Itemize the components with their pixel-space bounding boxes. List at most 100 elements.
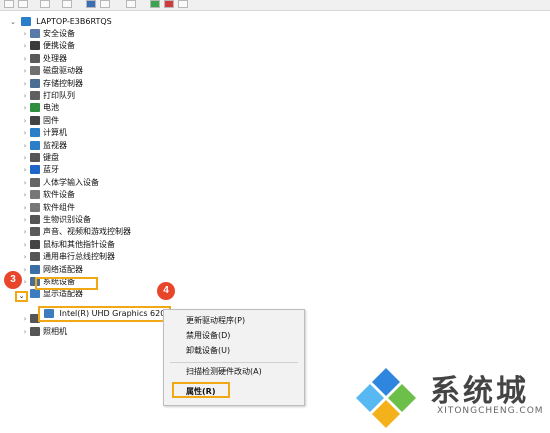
display-adapter-highlight	[35, 277, 98, 290]
category-item-19[interactable]: › 网络适配器	[20, 264, 83, 276]
category-item-7[interactable]: › 固件	[20, 115, 59, 127]
menu-uninstall-device[interactable]: 卸载设备(U)	[186, 345, 230, 356]
category-item-11[interactable]: › 蓝牙	[20, 164, 59, 176]
category-label: 通用串行总线控制器	[43, 252, 115, 262]
menu-update-driver[interactable]: 更新驱动程序(P)	[186, 315, 245, 326]
category-item-15[interactable]: › 生物识别设备	[20, 214, 91, 226]
menu-separator	[170, 362, 298, 363]
download-icon[interactable]	[178, 0, 188, 8]
category-label: 监视器	[43, 140, 67, 150]
expand-icon[interactable]: ›	[20, 214, 30, 226]
category-label: 人体学输入设备	[43, 177, 99, 187]
expand-icon[interactable]: ›	[20, 326, 30, 338]
computer-icon	[30, 128, 40, 138]
category-label: 软件设备	[43, 190, 75, 200]
expand-icon[interactable]: ›	[20, 78, 30, 90]
category-label: 键盘	[43, 153, 59, 162]
category-label: 固件	[43, 115, 59, 125]
expand-icon[interactable]: ›	[20, 264, 30, 276]
expand-icon[interactable]: ›	[20, 65, 30, 77]
category-label: 打印队列	[43, 91, 75, 100]
category-item-17[interactable]: › 鼠标和其他指针设备	[20, 239, 115, 251]
properties-icon[interactable]	[40, 0, 50, 8]
menu-properties[interactable]: 属性(R)	[186, 386, 215, 397]
category-item-18[interactable]: › 通用串行总线控制器	[20, 251, 115, 263]
help-question-icon[interactable]	[86, 0, 96, 8]
category-item-2[interactable]: › 处理器	[20, 53, 67, 65]
category-item-8[interactable]: › 计算机	[20, 127, 67, 139]
category-label: 电池	[43, 103, 59, 113]
monitor-icon	[30, 140, 40, 150]
expand-icon[interactable]: ›	[20, 226, 30, 238]
battery-icon	[30, 103, 40, 113]
expand-icon[interactable]: ›	[20, 251, 30, 263]
expand-icon[interactable]: ›	[20, 127, 30, 139]
expand-icon[interactable]: ›	[20, 313, 30, 325]
network-adapter-icon	[30, 264, 40, 274]
category-after-1[interactable]: › 照相机	[20, 326, 67, 338]
category-item-13[interactable]: › 软件设备	[20, 189, 75, 201]
expand-icon[interactable]: ›	[20, 152, 30, 164]
context-menu: 更新驱动程序(P) 禁用设备(D) 卸载设备(U) 扫描检测硬件改动(A) 属性…	[163, 309, 305, 406]
software-component-icon	[30, 202, 40, 212]
category-label: 蓝牙	[43, 165, 59, 175]
keyboard-icon	[30, 153, 40, 162]
expand-icon[interactable]: ›	[20, 202, 30, 214]
tree-root[interactable]: ⌄ LAPTOP-E3B6RTQS	[8, 16, 112, 28]
expand-icon[interactable]: ›	[20, 140, 30, 152]
sound-icon	[30, 227, 40, 237]
storage-controller-icon	[30, 78, 40, 88]
category-item-12[interactable]: › 人体学输入设备	[20, 177, 99, 189]
category-item-16[interactable]: › 声音、视频和游戏控制器	[20, 226, 131, 238]
expand-icon[interactable]: ›	[20, 90, 30, 102]
enable-device-icon[interactable]	[150, 0, 160, 8]
step-badge-3: 3	[4, 271, 22, 289]
category-display-adapter[interactable]: 显示适配器	[20, 288, 83, 300]
category-item-0[interactable]: › 安全设备	[20, 28, 75, 40]
forward-icon[interactable]	[18, 0, 28, 8]
category-item-3[interactable]: › 磁盘驱动器	[20, 65, 83, 77]
intel-uhd-device[interactable]: Intel(R) UHD Graphics 620	[38, 306, 172, 322]
category-item-4[interactable]: › 存储控制器	[20, 78, 83, 90]
category-label: 便携设备	[43, 41, 75, 51]
category-item-5[interactable]: › 打印队列	[20, 90, 75, 102]
collapse-root-icon[interactable]: ⌄	[8, 16, 18, 28]
category-label: 处理器	[43, 53, 67, 63]
expand-icon[interactable]: ›	[20, 28, 30, 40]
camera-icon	[30, 326, 40, 336]
expand-icon[interactable]: ›	[20, 164, 30, 176]
toolbar	[0, 0, 550, 11]
help-icon[interactable]	[62, 0, 72, 8]
expand-icon[interactable]: ›	[20, 189, 30, 201]
expand-icon[interactable]: ›	[20, 102, 30, 114]
expand-icon[interactable]: ›	[20, 239, 30, 251]
firmware-icon	[30, 115, 40, 125]
expand-icon[interactable]: ›	[20, 53, 30, 65]
expand-icon[interactable]: ›	[20, 40, 30, 52]
display-adapter-expander[interactable]: ⌄	[15, 291, 28, 302]
category-item-1[interactable]: › 便携设备	[20, 40, 75, 52]
category-label: 安全设备	[43, 29, 75, 38]
security-device-icon	[30, 29, 40, 38]
category-item-6[interactable]: › 电池	[20, 102, 59, 114]
menu-disable-device[interactable]: 禁用设备(D)	[186, 330, 230, 341]
category-label: 计算机	[43, 128, 67, 138]
category-label: 显示适配器	[43, 289, 83, 299]
hid-icon	[30, 177, 40, 187]
scan-hardware-icon[interactable]	[126, 0, 136, 8]
software-device-icon	[30, 190, 40, 200]
category-item-10[interactable]: › 键盘	[20, 152, 59, 164]
expand-icon[interactable]: ›	[20, 177, 30, 189]
step-badge-4: 4	[157, 282, 175, 300]
device-label: Intel(R) UHD Graphics 620	[59, 309, 166, 318]
category-label: 照相机	[43, 326, 67, 336]
category-item-14[interactable]: › 软件组件	[20, 202, 75, 214]
category-item-9[interactable]: › 监视器	[20, 140, 67, 152]
back-icon[interactable]	[4, 0, 14, 8]
category-label: 存储控制器	[43, 78, 83, 88]
update-driver-icon[interactable]	[100, 0, 110, 8]
menu-scan-hardware[interactable]: 扫描检测硬件改动(A)	[186, 366, 262, 377]
uninstall-x-icon[interactable]	[164, 0, 174, 8]
expand-icon[interactable]: ›	[20, 115, 30, 127]
category-label: 磁盘驱动器	[43, 66, 83, 76]
